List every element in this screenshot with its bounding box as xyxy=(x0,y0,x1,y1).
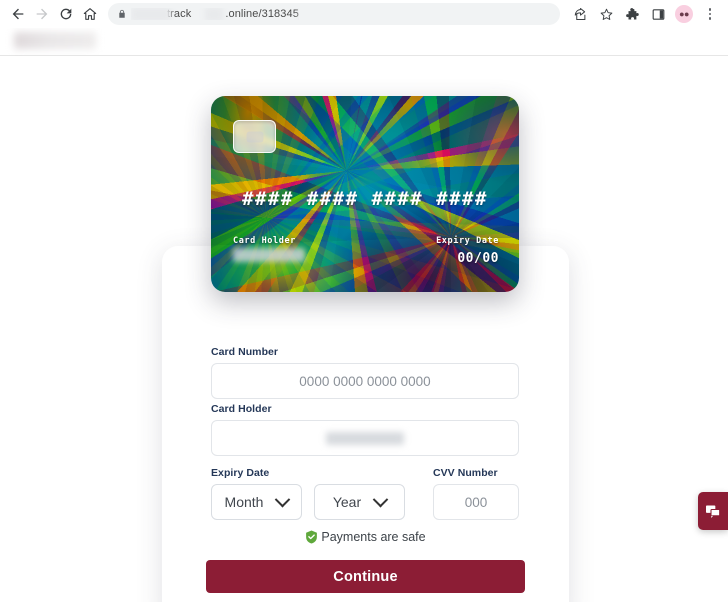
card-chip-icon xyxy=(233,120,276,153)
kebab-menu-icon xyxy=(701,5,719,23)
payments-safe-text: Payments are safe xyxy=(321,530,426,544)
omnibox[interactable]: track .online/318345 xyxy=(108,3,560,25)
card-preview-expiry-label: Expiry Date xyxy=(436,236,499,246)
bookmark-button[interactable] xyxy=(594,2,618,26)
reload-button[interactable] xyxy=(54,2,78,26)
side-panel-button[interactable] xyxy=(646,2,670,26)
arrow-left-icon xyxy=(12,8,24,20)
card-number-label: Card Number xyxy=(211,346,279,358)
payment-form-panel: Card Number 0000 0000 0000 0000 Card Hol… xyxy=(162,246,569,602)
reload-icon xyxy=(60,8,72,20)
extensions-button[interactable] xyxy=(620,2,644,26)
site-logo[interactable] xyxy=(14,32,96,49)
card-preview: #### #### #### #### Card Holder Expiry D… xyxy=(211,96,519,292)
cvv-label: CVV Number xyxy=(433,467,498,479)
chat-bubble-icon xyxy=(706,505,721,518)
chevron-down-icon xyxy=(372,491,389,507)
puzzle-icon xyxy=(625,7,639,19)
expiry-year-select[interactable]: Year xyxy=(314,484,405,520)
shield-check-icon xyxy=(306,530,318,544)
url-redaction-mid xyxy=(205,8,223,20)
chat-widget-button[interactable] xyxy=(698,492,728,530)
star-icon xyxy=(600,8,612,20)
expiry-date-label: Expiry Date xyxy=(211,467,270,479)
card-preview-expiry-value: 00/00 xyxy=(457,251,499,266)
omnibox-url: track .online/318345 xyxy=(131,8,299,20)
card-number-input[interactable]: 0000 0000 0000 0000 xyxy=(211,363,519,399)
page-viewport: #### #### #### #### Card Holder Expiry D… xyxy=(0,28,728,602)
cvv-input[interactable]: 000 xyxy=(433,484,519,520)
url-redaction-start xyxy=(131,8,171,20)
chrome-menu-button[interactable] xyxy=(698,2,722,26)
payments-safe-note: Payments are safe xyxy=(162,530,569,544)
profile-avatar[interactable]: ●● xyxy=(675,5,693,23)
card-holder-label: Card Holder xyxy=(211,403,272,415)
card-preview-number: #### #### #### #### xyxy=(242,188,488,210)
chevron-down-icon xyxy=(275,491,291,507)
home-button[interactable] xyxy=(78,2,102,26)
card-preview-holder-label: Card Holder xyxy=(233,236,296,246)
url-suffix-text: .online/318345 xyxy=(225,8,299,20)
card-preview-holder-value xyxy=(233,248,305,262)
share-button[interactable] xyxy=(568,2,592,26)
expiry-month-value: Month xyxy=(224,494,264,510)
avatar-glyph: ●● xyxy=(679,8,689,19)
home-icon xyxy=(83,8,97,20)
side-panel-icon xyxy=(652,8,664,20)
expiry-year-value: Year xyxy=(332,494,362,510)
page-body: #### #### #### #### Card Holder Expiry D… xyxy=(0,56,728,602)
arrow-right-icon xyxy=(36,8,48,20)
expiry-month-select[interactable]: Month xyxy=(211,484,302,520)
continue-button[interactable]: Continue xyxy=(206,560,525,593)
browser-toolbar: track .online/318345 ●● xyxy=(0,0,728,28)
card-holder-input[interactable] xyxy=(211,420,519,456)
card-holder-value-redacted xyxy=(326,431,404,445)
share-icon xyxy=(574,7,585,20)
browser-tool-icons: ●● xyxy=(568,2,722,26)
forward-button[interactable] xyxy=(30,2,54,26)
lock-icon xyxy=(117,8,127,20)
back-button[interactable] xyxy=(6,2,30,26)
site-header xyxy=(0,28,728,56)
